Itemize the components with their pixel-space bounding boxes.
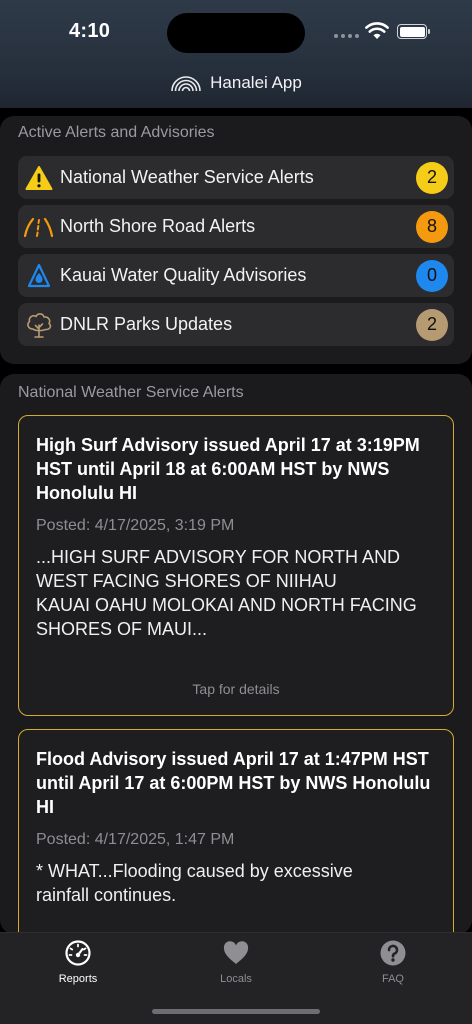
water-drop-icon — [27, 263, 51, 287]
tap-for-details[interactable]: Tap for details — [19, 681, 453, 697]
alert-row-label: Kauai Water Quality Advisories — [60, 265, 307, 285]
card-posted-time: Posted: 4/17/2025, 1:47 PM — [36, 831, 235, 848]
count-badge: 2 — [416, 308, 448, 341]
alert-row-label: North Shore Road Alerts — [60, 216, 256, 236]
card-body-line: rainfall continues. — [36, 885, 177, 905]
alert-row-water[interactable]: Kauai Water Quality Advisories 0 — [18, 254, 454, 297]
battery-icon — [397, 24, 430, 39]
card-body-line: * WHAT...Flooding caused by excessive — [36, 861, 353, 881]
card-body: * WHAT...Flooding caused by excessive ra… — [36, 859, 439, 907]
alert-card-flood[interactable]: Flood Advisory issued April 17 at 1:47PM… — [18, 729, 454, 934]
tab-label: FAQ — [381, 973, 404, 985]
tab-faq[interactable]: FAQ — [338, 939, 448, 985]
alert-row-parks[interactable]: DNLR Parks Updates 2 — [18, 303, 454, 346]
alert-card-high-surf[interactable]: High Surf Advisory issued April 17 at 3:… — [18, 415, 454, 716]
nws-alerts-section: National Weather Service Alerts High Sur… — [0, 374, 472, 934]
tree-icon — [27, 312, 52, 338]
status-bar: 4:10 — [0, 0, 472, 62]
count-badge: 2 — [416, 161, 448, 194]
wifi-icon — [365, 22, 389, 39]
card-title: High Surf Advisory issued April 17 at 3:… — [36, 435, 420, 503]
heart-icon — [223, 941, 249, 964]
warning-triangle-icon — [25, 165, 53, 190]
card-body-line: WEST FACING SHORES OF NIIHAU — [36, 571, 337, 591]
section-title: Active Alerts and Advisories — [18, 124, 215, 141]
card-body: ...HIGH SURF ADVISORY FOR NORTH AND WEST… — [36, 545, 439, 641]
rainbow-logo-icon — [171, 76, 201, 92]
speedometer-icon — [65, 940, 91, 966]
card-title: Flood Advisory issued April 17 at 1:47PM… — [36, 749, 431, 817]
alert-row-nws[interactable]: National Weather Service Alerts 2 — [18, 156, 454, 199]
card-posted-time: Posted: 4/17/2025, 3:19 PM — [36, 517, 235, 534]
section-title: National Weather Service Alerts — [18, 384, 244, 401]
alert-row-road[interactable]: North Shore Road Alerts 8 — [18, 205, 454, 248]
cellular-signal-icon — [334, 34, 359, 38]
dynamic-island — [167, 13, 305, 53]
tab-label: Locals — [220, 973, 252, 985]
alert-row-label: DNLR Parks Updates — [60, 314, 233, 334]
app-header: Hanalei App — [0, 62, 472, 108]
tab-reports[interactable]: Reports — [23, 939, 133, 985]
count-badge: 0 — [416, 259, 448, 292]
active-alerts-section: Active Alerts and Advisories National We… — [0, 116, 472, 364]
card-body-line: KAUAI OAHU MOLOKAI AND NORTH FACING — [36, 595, 417, 615]
card-body-line: ...HIGH SURF ADVISORY FOR NORTH AND — [36, 547, 401, 567]
count-badge: 8 — [416, 210, 448, 243]
tab-locals[interactable]: Locals — [181, 939, 291, 985]
status-time: 4:10 — [69, 20, 111, 42]
card-body-line: SHORES OF MAUI... — [36, 619, 208, 639]
question-circle-icon — [380, 940, 406, 966]
alert-row-label: National Weather Service Alerts — [60, 167, 314, 187]
home-indicator — [152, 1009, 320, 1014]
tab-label: Reports — [58, 973, 98, 985]
app-title: Hanalei App — [210, 73, 302, 92]
road-icon — [23, 217, 54, 237]
